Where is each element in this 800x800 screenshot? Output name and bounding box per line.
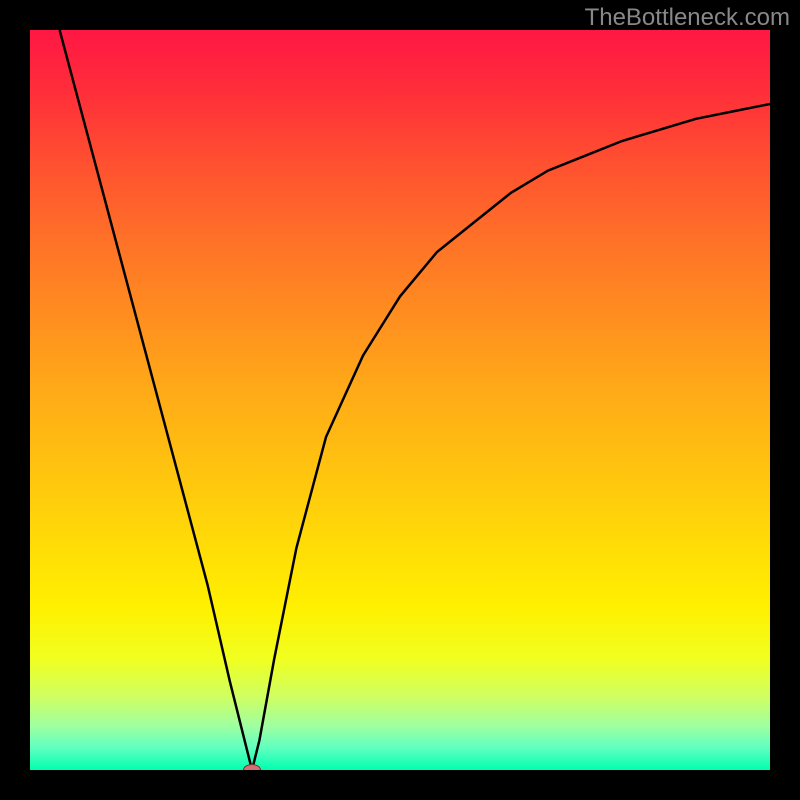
bottleneck-curve [60, 30, 770, 770]
plot-area [30, 30, 770, 770]
curve-svg [30, 30, 770, 770]
chart-container: TheBottleneck.com [0, 0, 800, 800]
optimal-point-marker [243, 764, 261, 770]
watermark-text: TheBottleneck.com [585, 4, 790, 32]
